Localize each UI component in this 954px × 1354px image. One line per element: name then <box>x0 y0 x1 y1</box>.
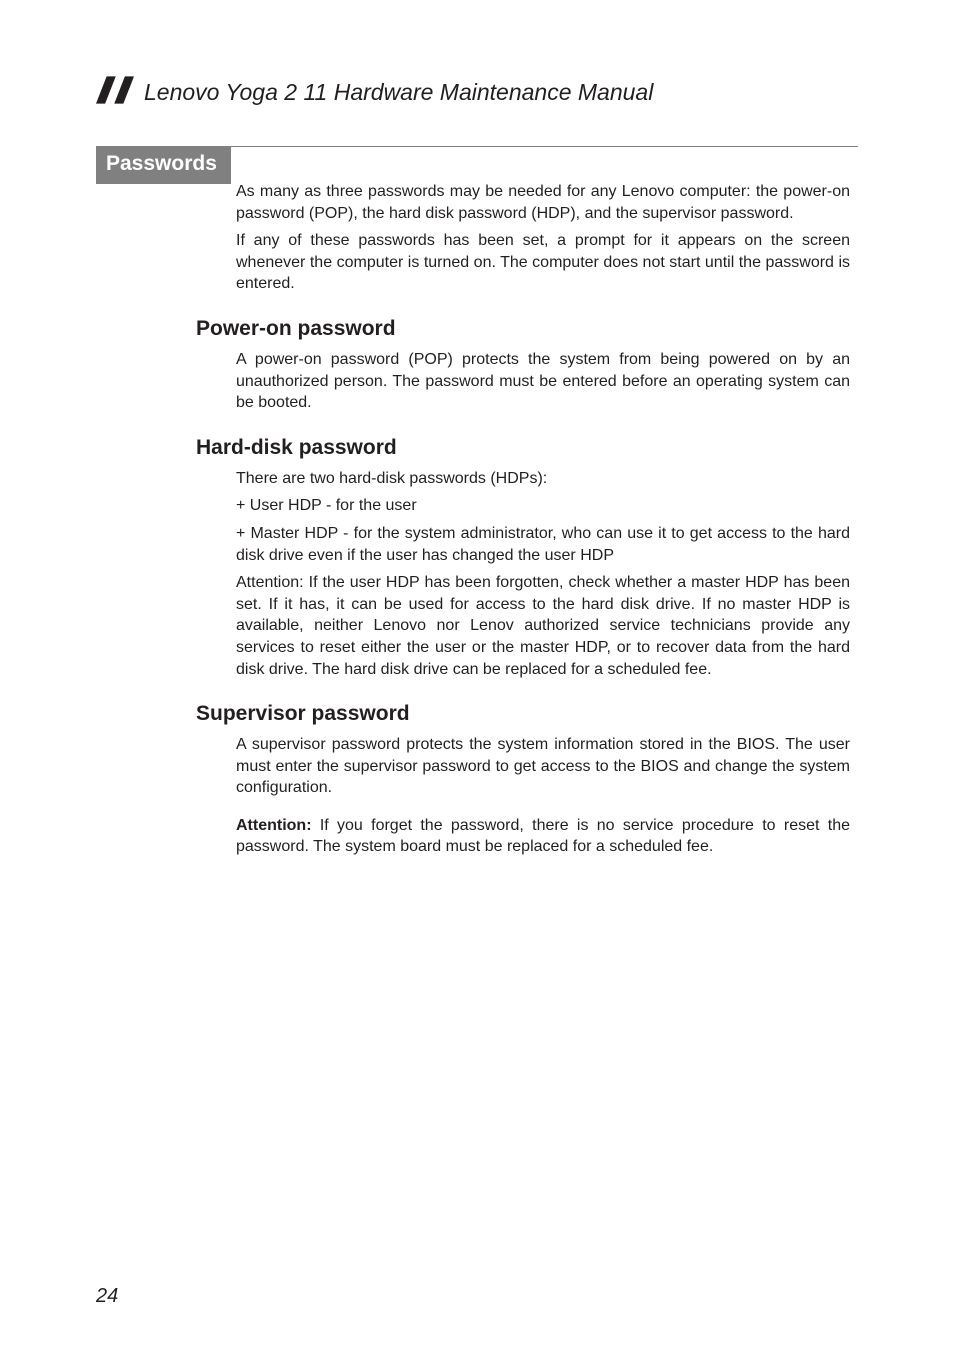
intro-paragraph-2: If any of these passwords has been set, … <box>236 230 850 295</box>
attention-label: Attention: <box>236 817 312 834</box>
attention-body: If you forget the password, there is no … <box>236 817 850 856</box>
power-on-paragraph: A power-on password (POP) protects the s… <box>236 349 850 414</box>
subsection-hard-disk-body: There are two hard-disk passwords (HDPs)… <box>236 468 850 680</box>
section-intro: As many as three passwords may be needed… <box>236 181 850 295</box>
supervisor-attention: Attention: If you forget the password, t… <box>236 815 850 858</box>
page-header: Lenovo Yoga 2 11 Hardware Maintenance Ma… <box>96 74 858 106</box>
hdp-bullet-user: + User HDP - for the user <box>236 495 850 517</box>
subsection-power-on: Power-on password <box>196 317 858 341</box>
double-slash-icon <box>96 74 134 106</box>
section-title: Passwords <box>96 146 231 184</box>
hdp-intro: There are two hard-disk passwords (HDPs)… <box>236 468 850 490</box>
subsection-power-on-body: A power-on password (POP) protects the s… <box>236 349 850 414</box>
supervisor-paragraph: A supervisor password protects the syste… <box>236 734 850 799</box>
subsection-supervisor-body: A supervisor password protects the syste… <box>236 734 850 858</box>
page: Lenovo Yoga 2 11 Hardware Maintenance Ma… <box>0 0 954 1354</box>
hdp-attention: Attention: If the user HDP has been forg… <box>236 572 850 680</box>
intro-paragraph-1: As many as three passwords may be needed… <box>236 181 850 224</box>
document-title: Lenovo Yoga 2 11 Hardware Maintenance Ma… <box>144 81 653 106</box>
subsection-heading: Power-on password <box>196 317 858 341</box>
page-number: 24 <box>96 1285 118 1308</box>
section-divider: Passwords <box>96 146 858 147</box>
subsection-supervisor: Supervisor password <box>196 702 858 726</box>
subsection-heading: Supervisor password <box>196 702 858 726</box>
subsection-hard-disk: Hard-disk password <box>196 436 858 460</box>
hdp-bullet-master: + Master HDP - for the system administra… <box>236 523 850 566</box>
subsection-heading: Hard-disk password <box>196 436 858 460</box>
